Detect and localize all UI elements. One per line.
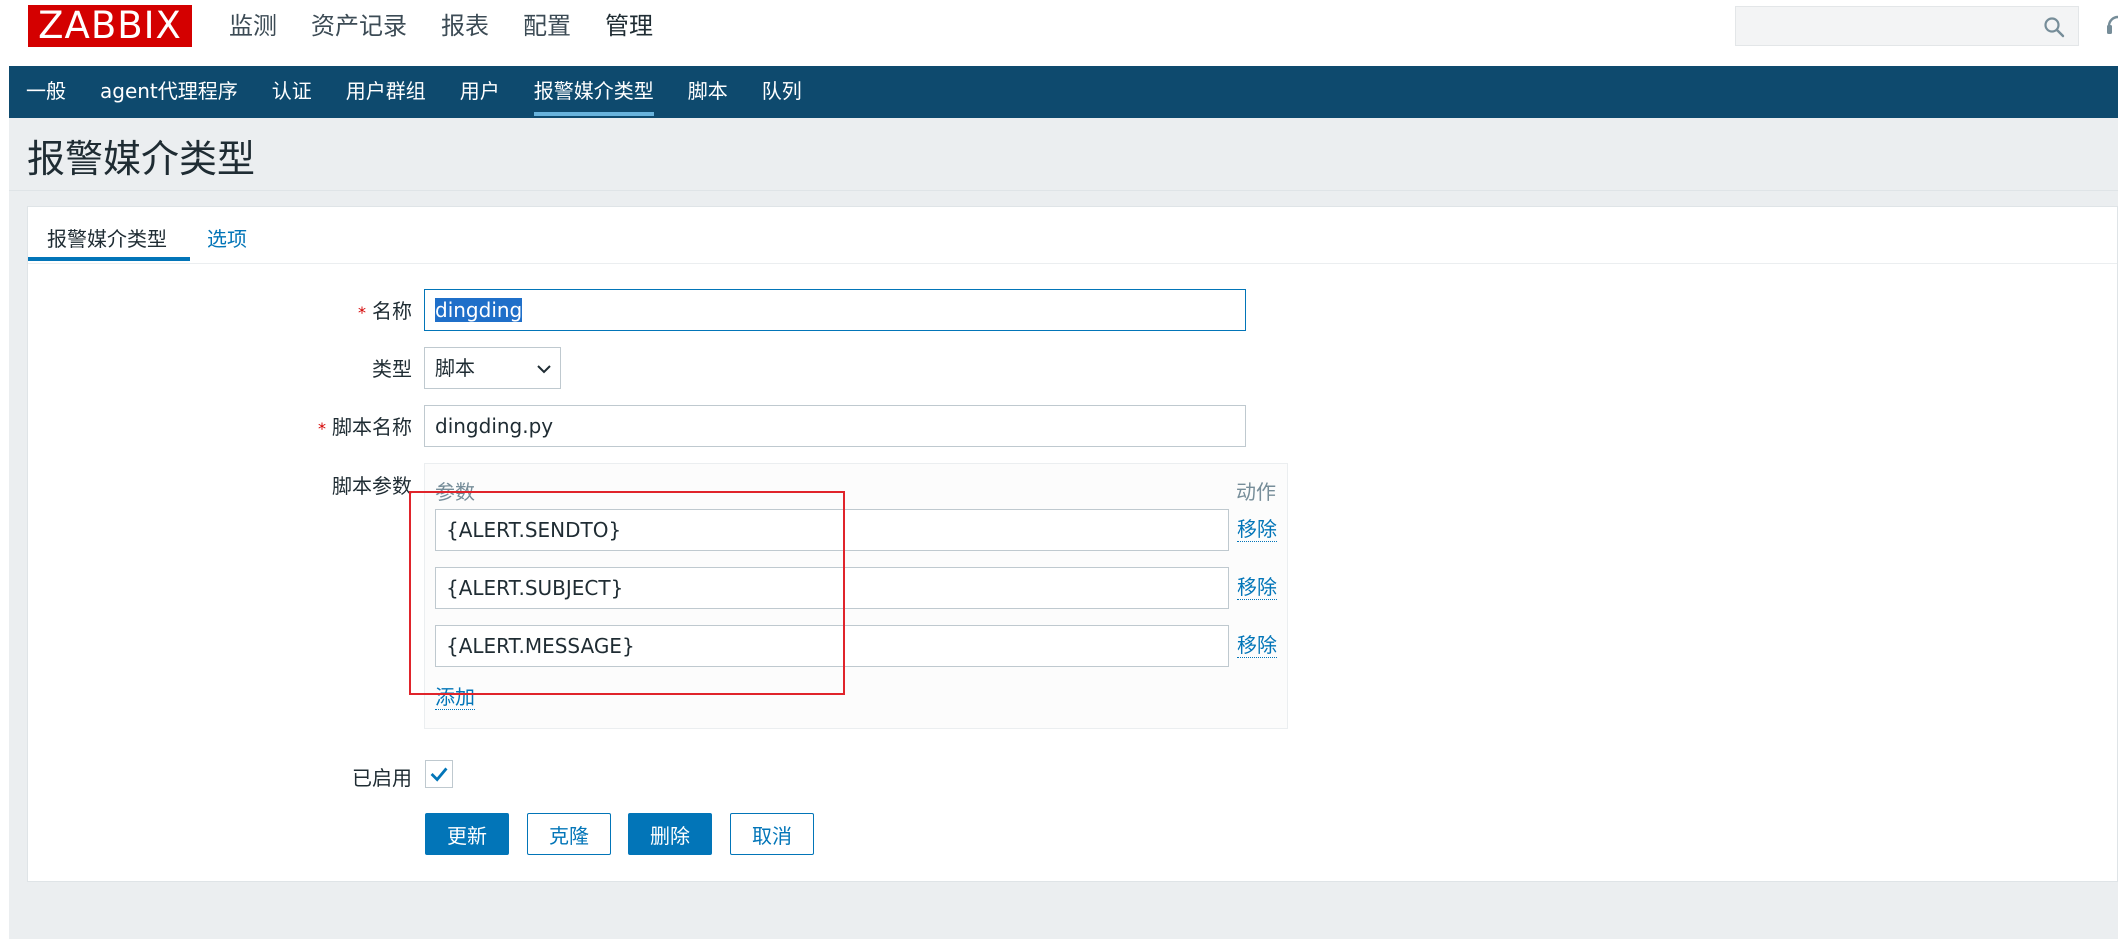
main-menu-reports[interactable]: 报表 — [441, 0, 489, 66]
search-input[interactable] — [1735, 6, 2079, 46]
form-tabs: 报警媒介类型 选项 — [28, 207, 2117, 264]
main-menu-inventory[interactable]: 资产记录 — [311, 0, 407, 66]
params-column-header: 参数 — [435, 480, 475, 504]
remove-param-link[interactable]: 移除 — [1237, 517, 1277, 542]
sub-menu-general[interactable]: 一般 — [26, 66, 66, 118]
page-title: 报警媒介类型 — [27, 137, 256, 181]
update-button[interactable]: 更新 — [425, 813, 509, 855]
param-input[interactable]: {ALERT.SUBJECT} — [435, 567, 1229, 609]
add-param-link[interactable]: 添加 — [435, 685, 475, 710]
remove-param-link[interactable]: 移除 — [1237, 575, 1277, 600]
sub-menu-proxies[interactable]: agent代理程序 — [100, 66, 238, 118]
search-icon[interactable] — [2042, 15, 2066, 39]
form-panel: 报警媒介类型 选项 * 名称 dingding 类型 脚本 * 脚本名称 dingd… — [27, 206, 2118, 882]
delete-button[interactable]: 删除 — [628, 813, 712, 855]
remove-param-link[interactable]: 移除 — [1237, 633, 1277, 658]
sub-menu-users[interactable]: 用户 — [460, 66, 500, 118]
enabled-checkbox[interactable] — [425, 760, 453, 788]
name-input-value: dingding — [435, 298, 523, 322]
script-name-label: * 脚本名称 — [318, 415, 412, 439]
main-menu-administration[interactable]: 管理 — [605, 0, 653, 66]
required-asterisk: * — [358, 303, 366, 322]
script-params-label: 脚本参数 — [332, 474, 412, 498]
top-header: ZABBIX 监测 资产记录 报表 配置 管理 — [9, 0, 2118, 66]
script-params-table: 参数 动作 {ALERT.SENDTO} 移除 {ALERT.SUBJECT} … — [424, 463, 1288, 729]
support-icon[interactable] — [2105, 10, 2118, 40]
required-asterisk: * — [318, 419, 326, 438]
title-divider — [9, 190, 2118, 191]
cancel-button[interactable]: 取消 — [730, 813, 814, 855]
sub-menu-media-types[interactable]: 报警媒介类型 — [533, 66, 654, 118]
chevron-down-icon — [537, 365, 551, 374]
clone-button[interactable]: 克隆 — [527, 813, 611, 855]
type-label: 类型 — [372, 357, 412, 381]
sub-menu: 一般 agent代理程序 认证 用户群组 用户 报警媒介类型 脚本 队列 — [9, 66, 2118, 118]
zabbix-logo[interactable]: ZABBIX — [28, 5, 192, 47]
type-select[interactable]: 脚本 — [424, 347, 561, 389]
sub-menu-queue[interactable]: 队列 — [762, 66, 802, 118]
main-menu-monitoring[interactable]: 监测 — [229, 0, 277, 66]
main-menu: 监测 资产记录 报表 配置 管理 — [229, 0, 687, 66]
active-tab-indicator — [28, 257, 190, 261]
script-name-value: dingding.py — [435, 414, 554, 438]
sub-menu-scripts[interactable]: 脚本 — [688, 66, 728, 118]
type-select-value: 脚本 — [435, 356, 475, 380]
tab-media-type[interactable]: 报警媒介类型 — [47, 223, 167, 252]
main-menu-configuration[interactable]: 配置 — [523, 0, 571, 66]
sub-menu-authentication[interactable]: 认证 — [272, 66, 312, 118]
script-name-input[interactable]: dingding.py — [424, 405, 1246, 447]
checkmark-icon — [430, 767, 448, 782]
param-input[interactable]: {ALERT.MESSAGE} — [435, 625, 1229, 667]
enabled-label: 已启用 — [352, 766, 412, 790]
left-strip — [0, 0, 9, 939]
param-input[interactable]: {ALERT.SENDTO} — [435, 509, 1229, 551]
name-label: * 名称 — [358, 299, 412, 323]
tab-options[interactable]: 选项 — [207, 223, 247, 252]
name-input[interactable]: dingding — [424, 289, 1246, 331]
sub-menu-user-groups[interactable]: 用户群组 — [346, 66, 426, 118]
action-column-header: 动作 — [1236, 480, 1276, 504]
